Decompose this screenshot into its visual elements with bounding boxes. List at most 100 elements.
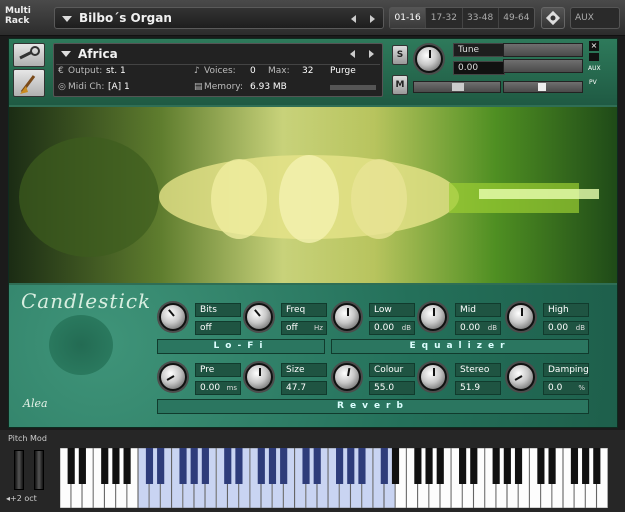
piano-keyboard[interactable] [59, 447, 608, 509]
black-key[interactable] [503, 448, 511, 484]
black-key[interactable] [190, 448, 198, 484]
black-key[interactable] [380, 448, 388, 484]
reverb-damping-value[interactable]: 0.0% [543, 381, 589, 395]
output-value[interactable]: st. 1 [106, 66, 126, 76]
prev-instrument-icon[interactable] [350, 50, 355, 58]
reverb-pre-value[interactable]: 0.00 ms [195, 381, 241, 395]
eq-mid-value[interactable]: 0.00 dB [455, 321, 501, 335]
bits-value[interactable]: off [195, 321, 241, 335]
black-key[interactable] [514, 448, 523, 484]
black-key[interactable] [358, 448, 366, 484]
mute-button[interactable]: M [392, 75, 408, 95]
black-key[interactable] [548, 448, 556, 484]
black-key[interactable] [302, 448, 310, 484]
instrument-artwork [9, 107, 617, 283]
close-icon[interactable]: × [589, 41, 599, 51]
rack-settings-button[interactable] [541, 7, 565, 29]
tab-page-1[interactable]: 01-16 [390, 8, 427, 28]
next-rack-icon[interactable] [370, 15, 375, 23]
volume-handle[interactable] [538, 83, 546, 91]
black-key[interactable] [425, 448, 433, 484]
dropdown-arrow-icon[interactable] [61, 51, 71, 57]
reverb-stereo-value[interactable]: 51.9 [455, 381, 501, 395]
black-key[interactable] [582, 448, 590, 484]
voices-value: 0 [250, 66, 256, 76]
black-key[interactable] [347, 448, 355, 484]
midi-channel-value[interactable]: [A] 1 [108, 82, 130, 92]
mod-wheel[interactable] [34, 450, 44, 490]
black-key[interactable] [268, 448, 277, 484]
minimize-icon[interactable] [589, 53, 599, 61]
black-key[interactable] [570, 448, 579, 484]
black-key[interactable] [470, 448, 478, 484]
freq-knob[interactable] [245, 303, 273, 331]
output-icon: € [58, 66, 64, 76]
black-key[interactable] [459, 448, 467, 484]
bits-knob[interactable] [159, 303, 187, 331]
black-key[interactable] [537, 448, 545, 484]
black-key[interactable] [257, 448, 265, 484]
black-key[interactable] [201, 448, 209, 484]
next-instrument-icon[interactable] [369, 50, 374, 58]
pan-handle[interactable] [452, 83, 464, 91]
tab-page-4[interactable]: 49-64 [499, 8, 534, 28]
reverb-size-value[interactable]: 47.7 [281, 381, 327, 395]
reverb-stereo-knob[interactable] [419, 363, 447, 391]
max-voices-value[interactable]: 32 [302, 66, 313, 76]
aux-button[interactable]: AUX [570, 7, 620, 29]
black-key[interactable] [593, 448, 601, 484]
wrench-button[interactable] [13, 43, 45, 67]
eq-mid-unit: dB [487, 324, 497, 332]
eq-mid-knob[interactable] [419, 303, 447, 331]
reverb-pre-knob[interactable] [159, 363, 187, 391]
octave-shift[interactable]: ◂+2 oct [6, 494, 37, 503]
black-key[interactable] [313, 448, 321, 484]
multirack-name-field[interactable]: Bilbo´s Organ [54, 7, 384, 29]
black-key[interactable] [145, 448, 154, 484]
tab-page-3[interactable]: 33-48 [463, 8, 499, 28]
black-key[interactable] [436, 448, 444, 484]
solo-button[interactable]: S [392, 45, 408, 65]
black-key[interactable] [280, 448, 288, 484]
black-key[interactable] [336, 448, 344, 484]
black-key[interactable] [157, 448, 165, 484]
pv-toggle[interactable]: PV [589, 79, 597, 86]
black-key[interactable] [179, 448, 187, 484]
dropdown-arrow-icon[interactable] [62, 16, 72, 22]
reverb-size-knob[interactable] [245, 363, 273, 391]
eq-high-value[interactable]: 0.00 dB [543, 321, 589, 335]
eq-high-knob[interactable] [507, 303, 535, 331]
black-key[interactable] [414, 448, 422, 484]
tab-page-2[interactable]: 17-32 [426, 8, 463, 28]
pitch-wheel[interactable] [14, 450, 24, 490]
black-key[interactable] [492, 448, 500, 484]
reverb-pre-label: Pre [195, 363, 241, 377]
eq-low-value[interactable]: 0.00 dB [369, 321, 415, 335]
aux-toggle[interactable]: AUX [588, 65, 601, 72]
purge-menu[interactable]: Purge [330, 66, 356, 76]
black-key[interactable] [67, 448, 75, 484]
reverb-size-label: Size [281, 363, 327, 377]
freq-value[interactable]: off Hz [281, 321, 327, 335]
tune-knob[interactable] [415, 45, 443, 73]
max-label: Max: [268, 66, 290, 76]
reverb-colour-knob[interactable] [333, 363, 361, 391]
voices-icon: ♪ [194, 66, 200, 76]
black-key[interactable] [101, 448, 109, 484]
brush-button[interactable] [13, 69, 45, 97]
tune-value[interactable]: 0.00 [453, 61, 505, 75]
black-key[interactable] [112, 448, 120, 484]
instrument-name[interactable]: Africa [78, 47, 118, 61]
piano-keys[interactable] [59, 447, 608, 509]
black-key[interactable] [78, 448, 86, 484]
reverb-colour-value[interactable]: 55.0 [369, 381, 415, 395]
eq-low-knob[interactable] [333, 303, 361, 331]
black-key[interactable] [224, 448, 232, 484]
volume-slider[interactable] [503, 81, 583, 93]
black-key[interactable] [235, 448, 243, 484]
black-key[interactable] [123, 448, 131, 484]
black-key[interactable] [391, 448, 400, 484]
prev-rack-icon[interactable] [351, 15, 356, 23]
pan-slider[interactable] [413, 81, 501, 93]
reverb-damping-knob[interactable] [507, 363, 535, 391]
